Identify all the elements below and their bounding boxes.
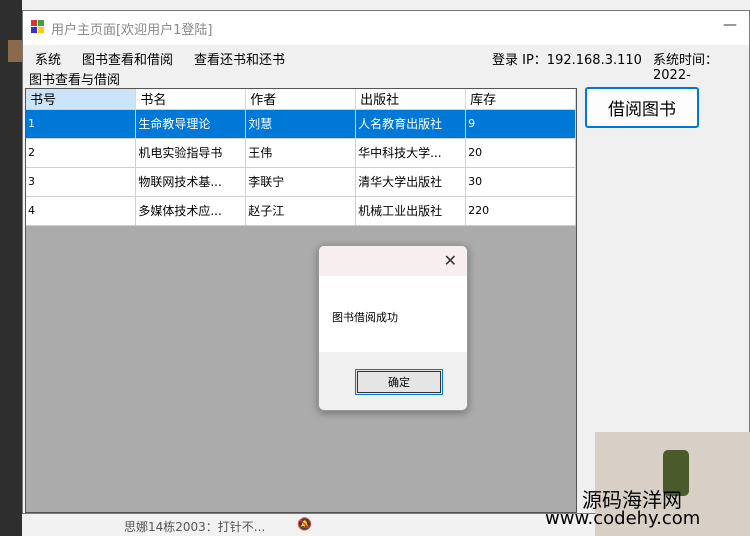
- cell-id[interactable]: 1: [26, 109, 137, 139]
- cell-id[interactable]: 4: [26, 196, 137, 226]
- menu-system[interactable]: 系统: [35, 49, 61, 68]
- column-header-stock[interactable]: 库存: [465, 89, 576, 110]
- desktop-top-strip: [0, 0, 750, 10]
- menu-view-borrow[interactable]: 图书查看和借阅: [82, 49, 173, 68]
- table-row[interactable]: 3 物联网技术基... 李联宁 清华大学出版社 30: [26, 167, 576, 197]
- window-title: 用户主页面[欢迎用户1登陆]: [51, 23, 213, 38]
- ok-button[interactable]: 确定: [355, 369, 443, 395]
- group-label: 图书查看与借阅: [29, 73, 121, 88]
- background-thumbnail: [8, 40, 22, 62]
- dialog-body: 图书借阅成功: [319, 276, 467, 352]
- books-grid[interactable]: 书号 书名 作者 出版社 库存 1 生命教导理论 刘慧 人名教育出版社 9 2: [25, 88, 577, 513]
- minimize-button[interactable]: —: [723, 17, 737, 33]
- success-dialog: ✕ 图书借阅成功 确定: [318, 245, 468, 411]
- books-table: 书号 书名 作者 出版社 库存 1 生命教导理论 刘慧 人名教育出版社 9 2: [26, 89, 576, 226]
- app-icon: [31, 20, 45, 34]
- cell-author[interactable]: 刘慧: [245, 109, 357, 139]
- chat-preview-text: 思娜14栋2003：打针不...: [124, 520, 266, 534]
- column-header-publisher[interactable]: 出版社: [355, 89, 467, 110]
- cell-title[interactable]: 多媒体技术应...: [135, 196, 247, 226]
- menu-view-return[interactable]: 查看还书和还书: [194, 49, 285, 68]
- login-ip-label: 登录 IP：192.168.3.110: [492, 53, 642, 68]
- cell-id[interactable]: 3: [26, 167, 137, 197]
- dialog-message: 图书借阅成功: [332, 311, 398, 324]
- dialog-header: ✕: [319, 246, 467, 276]
- table-row[interactable]: 4 多媒体技术应... 赵子江 机械工业出版社 220: [26, 196, 576, 226]
- borrow-book-button[interactable]: 借阅图书: [585, 87, 699, 128]
- cell-publisher[interactable]: 机械工业出版社: [355, 196, 467, 226]
- cell-publisher[interactable]: 清华大学出版社: [355, 167, 467, 197]
- menu-bar: 系统 图书查看和借阅 查看还书和还书 登录 IP：192.168.3.110 系…: [23, 45, 749, 83]
- cell-stock[interactable]: 220: [465, 196, 576, 226]
- column-header-author[interactable]: 作者: [245, 89, 357, 110]
- cell-author[interactable]: 赵子江: [245, 196, 357, 226]
- table-row[interactable]: 2 机电实验指导书 王伟 华中科技大学... 20: [26, 138, 576, 168]
- cell-id[interactable]: 2: [26, 138, 137, 168]
- table-row[interactable]: 1 生命教导理论 刘慧 人名教育出版社 9: [26, 109, 576, 139]
- system-time-label: 系统时间：2022-: [653, 53, 719, 83]
- watermark-url: www.codehy.com: [545, 508, 701, 529]
- cell-stock[interactable]: 30: [465, 167, 576, 197]
- close-icon[interactable]: ✕: [444, 251, 457, 270]
- table-header-row: 书号 书名 作者 出版社 库存: [26, 89, 576, 110]
- cell-title[interactable]: 生命教导理论: [135, 109, 247, 139]
- avatar-icons: [72, 519, 112, 531]
- cell-stock[interactable]: 9: [465, 109, 576, 139]
- mute-bell-icon: 🔕: [297, 517, 312, 531]
- cell-author[interactable]: 王伟: [245, 138, 357, 168]
- column-header-id[interactable]: 书号: [26, 89, 137, 110]
- desktop-left-strip: [0, 0, 22, 536]
- cell-stock[interactable]: 20: [465, 138, 576, 168]
- cell-title[interactable]: 机电实验指导书: [135, 138, 247, 168]
- column-header-title[interactable]: 书名: [135, 89, 247, 110]
- cell-author[interactable]: 李联宁: [245, 167, 357, 197]
- cell-publisher[interactable]: 人名教育出版社: [355, 109, 467, 139]
- cell-title[interactable]: 物联网技术基...: [135, 167, 247, 197]
- title-bar: 用户主页面[欢迎用户1登陆] —: [23, 11, 749, 45]
- cell-publisher[interactable]: 华中科技大学...: [355, 138, 467, 168]
